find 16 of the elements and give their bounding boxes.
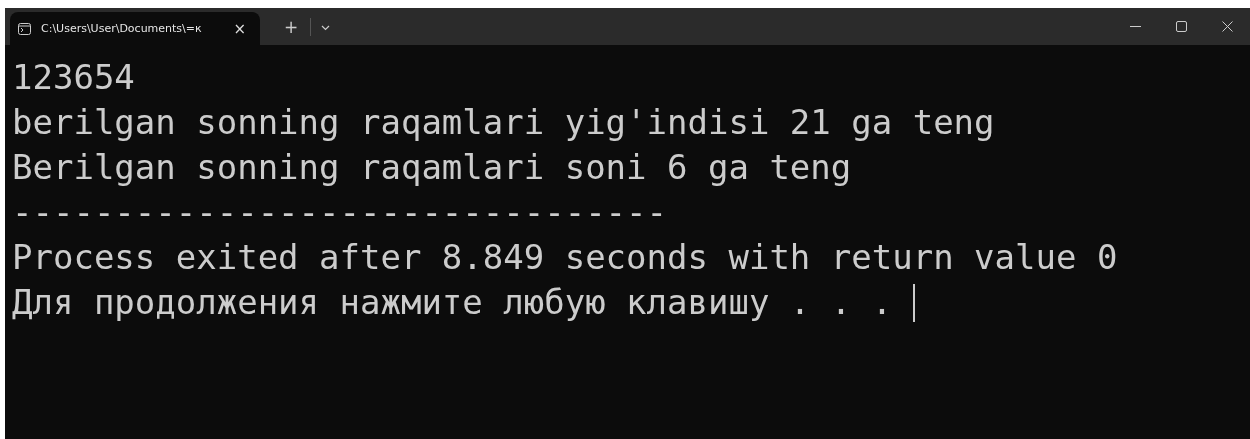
console-line: Berilgan sonning raqamlari soni 6 ga teng: [12, 146, 852, 189]
console-line: --------------------------------: [12, 191, 668, 234]
new-tab-button[interactable]: +: [278, 15, 305, 38]
console-line: Для продолжения нажмите любую клавишу . . .: [12, 281, 894, 324]
terminal-tab[interactable]: C:\Users\User\Documents\=к ×: [10, 12, 260, 45]
minimize-icon: [1129, 26, 1141, 27]
terminal-icon: [18, 22, 31, 35]
console-line: 123654: [12, 56, 135, 99]
close-icon: [1221, 21, 1233, 32]
tab-title: C:\Users\User\Documents\=к: [41, 22, 203, 35]
maximize-icon: [1175, 21, 1187, 32]
text-cursor: [912, 283, 915, 322]
console-line: Process exited after 8.849 seconds with return value 0: [12, 236, 1118, 279]
tab-close-button[interactable]: ×: [231, 19, 248, 38]
console-line: berilgan sonning raqamlari yig'indisi 21 ga teng: [12, 101, 995, 144]
caret-icon: [321, 25, 331, 31]
